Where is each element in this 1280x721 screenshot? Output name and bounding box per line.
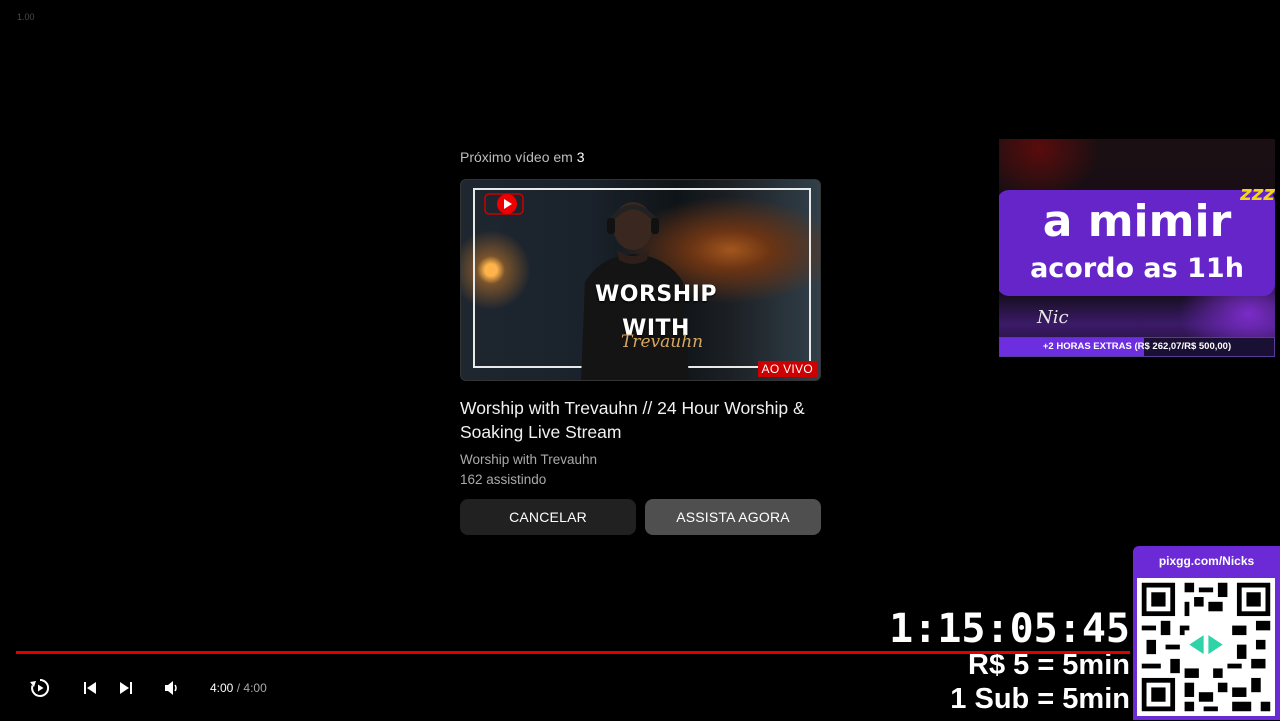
progress-bar[interactable]: [16, 651, 1130, 654]
up-next-heading: Próximo vídeo em 3: [460, 146, 821, 168]
skip-previous-icon: [84, 682, 96, 694]
qr-code-icon: [1137, 578, 1275, 716]
qr-panel: pixgg.com/Nicks: [1133, 546, 1280, 720]
sleep-text-line2: acordo as 11h: [1030, 253, 1244, 284]
volume-button[interactable]: [160, 668, 184, 708]
up-next-video-title[interactable]: Worship with Trevauhn // 24 Hour Worship…: [460, 396, 821, 444]
replay-button[interactable]: [24, 668, 56, 708]
up-next-actions: CANCELAR ASSISTA AGORA: [460, 499, 821, 535]
up-next-countdown: 3: [576, 149, 585, 165]
sleep-overlay: a mimir acordo as 11h zzz Nic +2 HORAS E…: [999, 139, 1275, 357]
goal-bar-text: +2 HORAS EXTRAS (R$ 262,07/R$ 500,00): [1042, 341, 1232, 352]
volume-icon: [165, 681, 177, 695]
player-controls: 4:00 / 4:00: [0, 668, 1130, 708]
up-next-viewers: 162 assistindo: [460, 472, 547, 487]
subathon-timer: 1:15:05:45: [889, 606, 1130, 652]
cancel-button[interactable]: CANCELAR: [460, 499, 636, 535]
up-next-thumbnail[interactable]: WORSHIP WITH Trevauhn AO VIVO: [460, 179, 821, 381]
zzz-icon: zzz: [1240, 181, 1275, 205]
skip-next-icon: [120, 682, 132, 694]
up-next-panel: Próximo vídeo em 3 WORSHIP WITH Trevauhn…: [460, 146, 821, 535]
duration: 4:00: [243, 681, 267, 695]
thumbnail-title-line1: WORSHIP: [595, 282, 717, 307]
thumbnail-signature: Trevauhn: [621, 332, 704, 352]
up-next-heading-text: Próximo vídeo em: [460, 149, 573, 165]
qr-url: pixgg.com/Nicks: [1158, 554, 1255, 568]
playback-speed-label: 1.00: [17, 12, 35, 22]
sleep-text-line1: a mimir: [1042, 196, 1232, 247]
qr-code: [1137, 578, 1275, 716]
previous-button[interactable]: [78, 668, 102, 708]
sleep-signature: Nic: [1037, 307, 1069, 328]
time-display: 4:00 / 4:00: [210, 668, 267, 708]
goal-bar: +2 HORAS EXTRAS (R$ 262,07/R$ 500,00): [999, 337, 1275, 357]
replay-icon: [30, 678, 50, 697]
next-button[interactable]: [114, 668, 138, 708]
current-time: 4:00: [210, 681, 234, 695]
live-badge: AO VIVO: [757, 361, 817, 377]
time-separator: /: [236, 681, 241, 695]
up-next-channel: Worship with Trevauhn: [460, 452, 598, 467]
watch-now-button[interactable]: ASSISTA AGORA: [645, 499, 821, 535]
live-logo-icon: [484, 193, 524, 215]
